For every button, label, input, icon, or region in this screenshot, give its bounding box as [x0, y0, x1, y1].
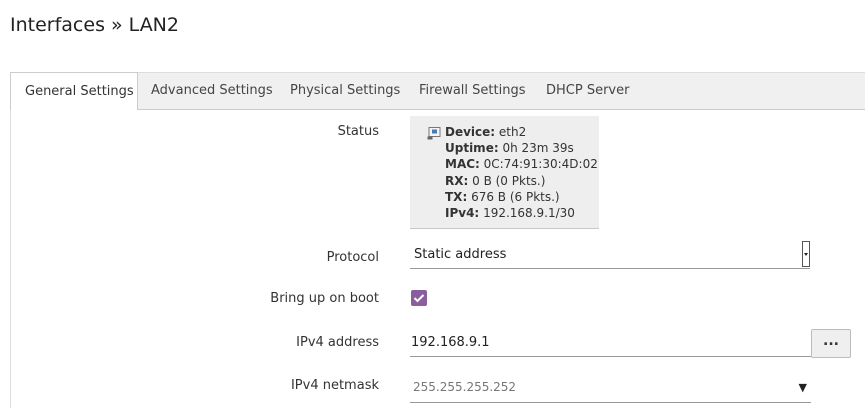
status-mac-value: 0C:74:91:30:4D:02 — [483, 157, 598, 172]
ipv4-netmask-label: IPv4 netmask — [290, 378, 379, 393]
page-title: Interfaces » LAN2 — [10, 14, 179, 36]
protocol-label: Protocol — [326, 250, 379, 265]
dropdown-arrow-icon: ▼ — [798, 381, 807, 394]
status-uptime-value: 0h 23m 39s — [502, 141, 574, 156]
status-device-value: eth2 — [498, 125, 527, 139]
status-mac-row: MAC: 0C:74:91:30:4D:02 — [445, 156, 599, 172]
status-tx-value: 676 B (6 Pkts.) — [471, 189, 560, 204]
tab-bar: General Settings Advanced Settings Physi… — [10, 72, 865, 111]
ipv4-netmask-select[interactable]: 255.255.255.252 ▼ — [410, 374, 811, 403]
boot-checkbox[interactable] — [411, 290, 427, 306]
status-device-row: Device: eth2 — [445, 124, 599, 140]
status-mac-key: MAC: — [445, 157, 480, 172]
status-rx-value: 0 B (0 Pkts.) — [472, 173, 546, 188]
status-ipv4-key: IPv4: — [445, 206, 480, 221]
check-icon — [413, 294, 425, 303]
protocol-value: Static address — [414, 247, 507, 262]
status-uptime-key: Uptime: — [445, 141, 499, 156]
ipv4-address-label: IPv4 address — [296, 335, 379, 350]
network-port-icon — [427, 125, 441, 140]
status-ipv4-row: IPv4: 192.168.9.1/30 — [445, 205, 599, 221]
status-label: Status — [337, 124, 379, 139]
boot-label: Bring up on boot — [270, 291, 379, 306]
tab-firewall-settings[interactable]: Firewall Settings — [419, 72, 525, 110]
status-tx-key: TX: — [445, 189, 468, 204]
status-uptime-row: Uptime: 0h 23m 39s — [445, 140, 599, 156]
tab-general-settings[interactable]: General Settings — [10, 72, 138, 111]
status-device-key: Device: — [445, 125, 496, 139]
tab-dhcp-server[interactable]: DHCP Server — [546, 72, 629, 110]
tab-physical-settings[interactable]: Physical Settings — [290, 72, 400, 110]
ipv4-netmask-value: 255.255.255.252 — [413, 380, 517, 394]
ipv4-address-more-button[interactable]: ... — [811, 329, 851, 358]
status-tx-row: TX: 676 B (6 Pkts.) — [445, 189, 599, 205]
status-rx-key: RX: — [445, 173, 469, 188]
chevron-down-icon — [802, 241, 810, 267]
tab-advanced-settings[interactable]: Advanced Settings — [151, 72, 273, 110]
protocol-select[interactable]: Static address — [410, 241, 810, 269]
status-ipv4-value: 192.168.9.1/30 — [483, 206, 575, 221]
status-rx-row: RX: 0 B (0 Pkts.) — [445, 173, 599, 189]
ipv4-address-input[interactable]: 192.168.9.1 — [410, 330, 811, 357]
